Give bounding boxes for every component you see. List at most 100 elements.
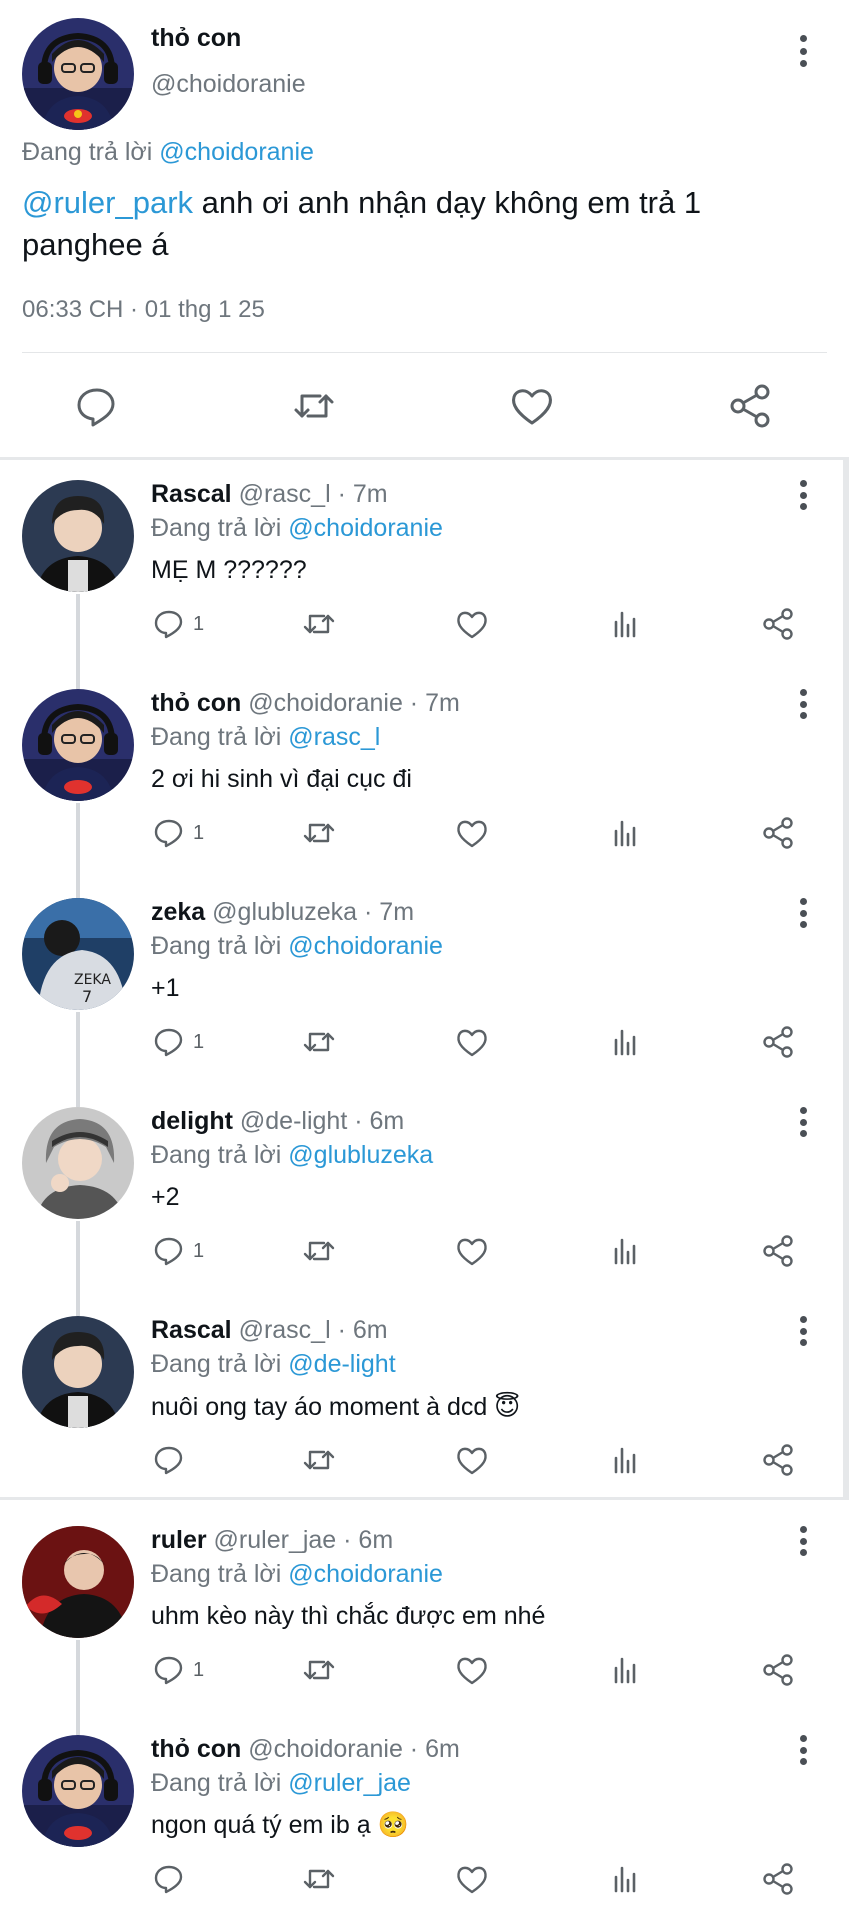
reply-author-name[interactable]: Rascal — [151, 480, 232, 508]
reply-author-name[interactable]: Rascal — [151, 1316, 232, 1344]
reply-tweet[interactable]: Rascal @rasc_l · 6m Đang trả lời @de-ligh… — [0, 1302, 849, 1511]
replying-to-link[interactable]: @rasc_l — [288, 723, 380, 751]
like-button[interactable] — [454, 1022, 490, 1062]
more-options-icon[interactable] — [793, 1735, 813, 1765]
avatar-zeka[interactable]: ZEKA 7 — [22, 898, 134, 1010]
share-button[interactable] — [760, 1440, 796, 1480]
author-name[interactable]: thỏ con — [151, 24, 241, 53]
reply-text: +2 — [151, 1183, 180, 1211]
like-button[interactable] — [454, 604, 490, 644]
reply-author-handle[interactable]: @choidoranie · 6m — [248, 1735, 460, 1763]
reply-tweet[interactable]: thỏ con @choidoranie · 6m Đang trả lời @r… — [0, 1721, 849, 1920]
stats-button[interactable] — [607, 1859, 643, 1899]
reply-button[interactable]: 1 — [151, 1231, 204, 1271]
replying-to-link[interactable]: @choidoranie — [159, 138, 314, 166]
reply-button[interactable] — [151, 1440, 193, 1480]
like-button[interactable] — [454, 813, 490, 853]
more-options-icon[interactable] — [793, 480, 813, 510]
section-separator — [0, 457, 849, 460]
share-button[interactable] — [760, 1022, 796, 1062]
replying-to-link[interactable]: @ruler_jae — [288, 1769, 411, 1797]
reply-author-handle[interactable]: @rasc_l · 6m — [239, 1316, 388, 1344]
reply-author-name[interactable]: ruler — [151, 1526, 207, 1554]
reply-author-name[interactable]: delight — [151, 1107, 233, 1135]
retweet-button[interactable] — [301, 604, 337, 644]
mention-link[interactable]: @ruler_park — [22, 185, 193, 220]
reply-button[interactable] — [151, 1859, 193, 1899]
reply-tweet[interactable]: Rascal @rasc_l · 7m Đang trả lời @choidor… — [0, 466, 849, 689]
reply-author-handle[interactable]: @choidoranie · 7m — [248, 689, 460, 717]
like-button[interactable] — [454, 1440, 490, 1480]
reply-tweet[interactable]: ruler @ruler_jae · 6m Đang trả lời @choid… — [0, 1512, 849, 1735]
author-handle[interactable]: @choidoranie — [151, 70, 306, 99]
reply-button[interactable]: 1 — [151, 604, 204, 644]
like-button[interactable] — [454, 1650, 490, 1690]
reply-tweet[interactable]: delight @de-light · 6m Đang trả lời @glub… — [0, 1093, 849, 1316]
reply-author-name[interactable]: thỏ con — [151, 1735, 241, 1763]
retweet-button[interactable] — [301, 1022, 337, 1062]
avatar-tho-con[interactable] — [22, 689, 134, 801]
stats-icon — [614, 1657, 636, 1684]
more-options-icon[interactable] — [793, 1316, 813, 1346]
like-icon[interactable] — [508, 382, 556, 430]
avatar-ruler[interactable] — [22, 1526, 134, 1638]
avatar-delight[interactable] — [22, 1107, 134, 1219]
share-icon[interactable] — [726, 382, 774, 430]
reply-count: 1 — [193, 612, 205, 635]
reply-author-name[interactable]: thỏ con — [151, 689, 241, 717]
reply-author-handle[interactable]: @de-light · 6m — [240, 1107, 404, 1135]
replying-to-link[interactable]: @glubluzeka — [288, 1141, 433, 1169]
replying-to-link[interactable]: @choidoranie — [288, 514, 443, 542]
reply-tweet[interactable]: thỏ con @choidoranie · 7m Đang trả lời @r… — [0, 675, 849, 898]
stats-button[interactable] — [607, 813, 643, 853]
timestamp[interactable]: 06:33 CH · 01 thg 1 25 — [22, 296, 265, 324]
stats-button[interactable] — [607, 604, 643, 644]
retweet-button[interactable] — [301, 1231, 337, 1271]
reply-author-handle[interactable]: @rasc_l · 7m — [239, 480, 388, 508]
stats-button[interactable] — [607, 1440, 643, 1480]
like-button[interactable] — [454, 1231, 490, 1271]
stats-button[interactable] — [607, 1231, 643, 1271]
like-icon — [457, 1866, 487, 1894]
reply-author-handle[interactable]: @ruler_jae · 6m — [214, 1526, 394, 1554]
reply-button[interactable]: 1 — [151, 1022, 204, 1062]
reply-button[interactable]: 1 — [151, 813, 204, 853]
reply-button[interactable]: 1 — [151, 1650, 204, 1690]
stats-button[interactable] — [607, 1650, 643, 1690]
reply-tweet[interactable]: ZEKA 7 zeka @glubluzeka · 7m Đang trả lời @… — [0, 884, 849, 1107]
more-options-icon[interactable] — [793, 35, 813, 67]
replying-to: Đang trả lời @ruler_jae — [151, 1769, 411, 1798]
reply-text: nuôi ong tay áo moment à dcd 😇 — [151, 1393, 521, 1421]
share-button[interactable] — [760, 1650, 796, 1690]
tweet-actions — [0, 372, 849, 442]
retweet-button[interactable] — [301, 1650, 337, 1690]
more-options-icon[interactable] — [793, 689, 813, 719]
avatar-tho-con[interactable] — [22, 1735, 134, 1847]
reply-icon — [154, 1028, 183, 1057]
stats-button[interactable] — [607, 1022, 643, 1062]
reply-author-handle[interactable]: @glubluzeka · 7m — [212, 898, 414, 926]
avatar[interactable] — [22, 18, 134, 130]
reply-count: 1 — [193, 1030, 205, 1053]
more-options-icon[interactable] — [793, 1107, 813, 1137]
reply-actions: 1 — [151, 813, 831, 861]
share-button[interactable] — [760, 1231, 796, 1271]
avatar-rascal[interactable] — [22, 1316, 134, 1428]
retweet-button[interactable] — [301, 1859, 337, 1899]
more-options-icon[interactable] — [793, 898, 813, 928]
share-button[interactable] — [760, 813, 796, 853]
share-button[interactable] — [760, 1859, 796, 1899]
retweet-button[interactable] — [301, 1440, 337, 1480]
replying-to-link[interactable]: @choidoranie — [288, 932, 443, 960]
reply-icon — [154, 1865, 183, 1894]
more-options-icon[interactable] — [793, 1526, 813, 1556]
like-button[interactable] — [454, 1859, 490, 1899]
share-button[interactable] — [760, 604, 796, 644]
retweet-button[interactable] — [301, 813, 337, 853]
reply-author-name[interactable]: zeka — [151, 898, 205, 926]
retweet-icon[interactable] — [290, 382, 338, 430]
replying-to-link[interactable]: @de-light — [288, 1350, 395, 1378]
avatar-rascal[interactable] — [22, 480, 134, 592]
reply-icon[interactable] — [73, 382, 121, 430]
replying-to-link[interactable]: @choidoranie — [288, 1560, 443, 1588]
